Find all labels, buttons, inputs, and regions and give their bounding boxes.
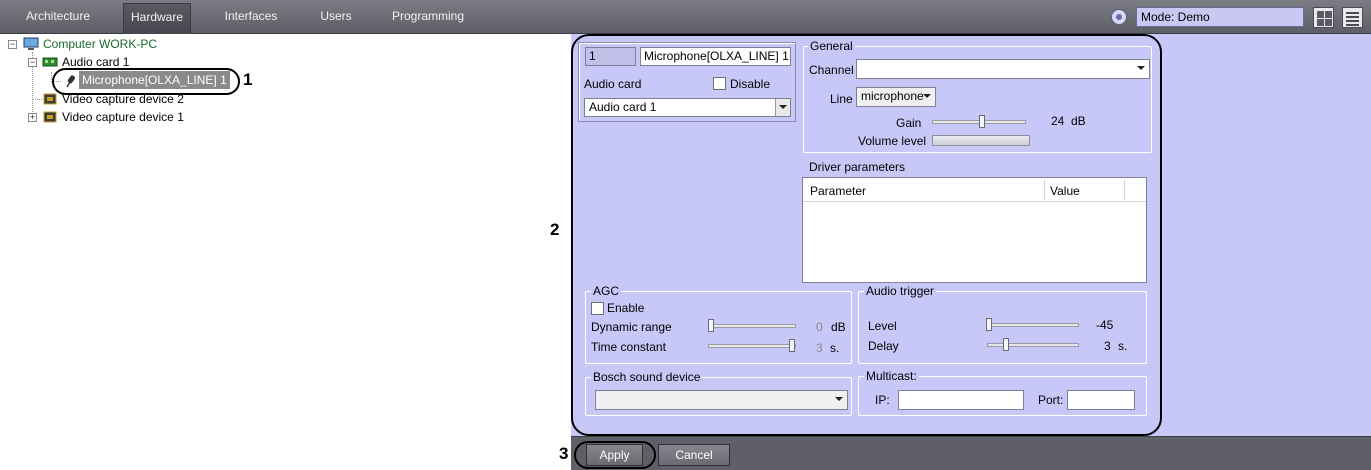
gear-circle-icon[interactable] xyxy=(1111,9,1127,25)
collapse-toggle[interactable]: − xyxy=(28,58,37,67)
grid-cell-icon xyxy=(1317,19,1324,26)
video-capture-icon xyxy=(42,92,58,106)
expand-toggle[interactable]: + xyxy=(28,113,37,122)
tab-interfaces[interactable]: Interfaces xyxy=(218,0,284,34)
video-capture-icon xyxy=(42,110,58,124)
tab-architecture[interactable]: Architecture xyxy=(18,0,98,34)
annotation-ring xyxy=(574,441,656,469)
grid-cell-icon xyxy=(1317,11,1324,18)
grid-cell-icon xyxy=(1325,11,1332,18)
cancel-button[interactable]: Cancel xyxy=(658,444,730,466)
bottom-button-bar: Apply Cancel xyxy=(571,436,1371,470)
menu-line-icon xyxy=(1346,16,1359,18)
tree-item-video-capture-1[interactable]: Video capture device 1 xyxy=(62,108,184,126)
menu-line-icon xyxy=(1346,24,1359,26)
collapse-toggle[interactable]: − xyxy=(8,40,17,49)
menu-line-icon xyxy=(1346,20,1359,22)
tree-connector xyxy=(32,99,42,100)
tab-programming[interactable]: Programming xyxy=(390,0,466,34)
settings-panel: 1 Microphone[OLXA_LINE] 1 Audio card Dis… xyxy=(571,34,1371,436)
audio-card-icon xyxy=(42,55,58,69)
menu-line-icon xyxy=(1346,12,1359,14)
tab-users[interactable]: Users xyxy=(312,0,360,34)
menu-button[interactable] xyxy=(1342,7,1363,28)
grid-cell-icon xyxy=(1325,19,1332,26)
layout-grid-button[interactable] xyxy=(1313,7,1334,28)
annotation-ring xyxy=(52,68,240,95)
annotation-number: 3 xyxy=(559,444,569,463)
annotation-number: 1 xyxy=(243,70,253,89)
computer-icon xyxy=(23,37,39,51)
annotation-ring xyxy=(571,34,1162,436)
annotation-number: 2 xyxy=(550,220,560,239)
mode-indicator[interactable]: Mode: Demo xyxy=(1136,7,1304,27)
hardware-tree: − Computer WORK-PC − Audio card 1 Microp… xyxy=(0,34,571,470)
tree-item-computer[interactable]: Computer WORK-PC xyxy=(43,35,157,53)
top-navigation-bar: Architecture Hardware Interfaces Users P… xyxy=(0,0,1371,34)
tab-hardware[interactable]: Hardware xyxy=(123,3,191,34)
